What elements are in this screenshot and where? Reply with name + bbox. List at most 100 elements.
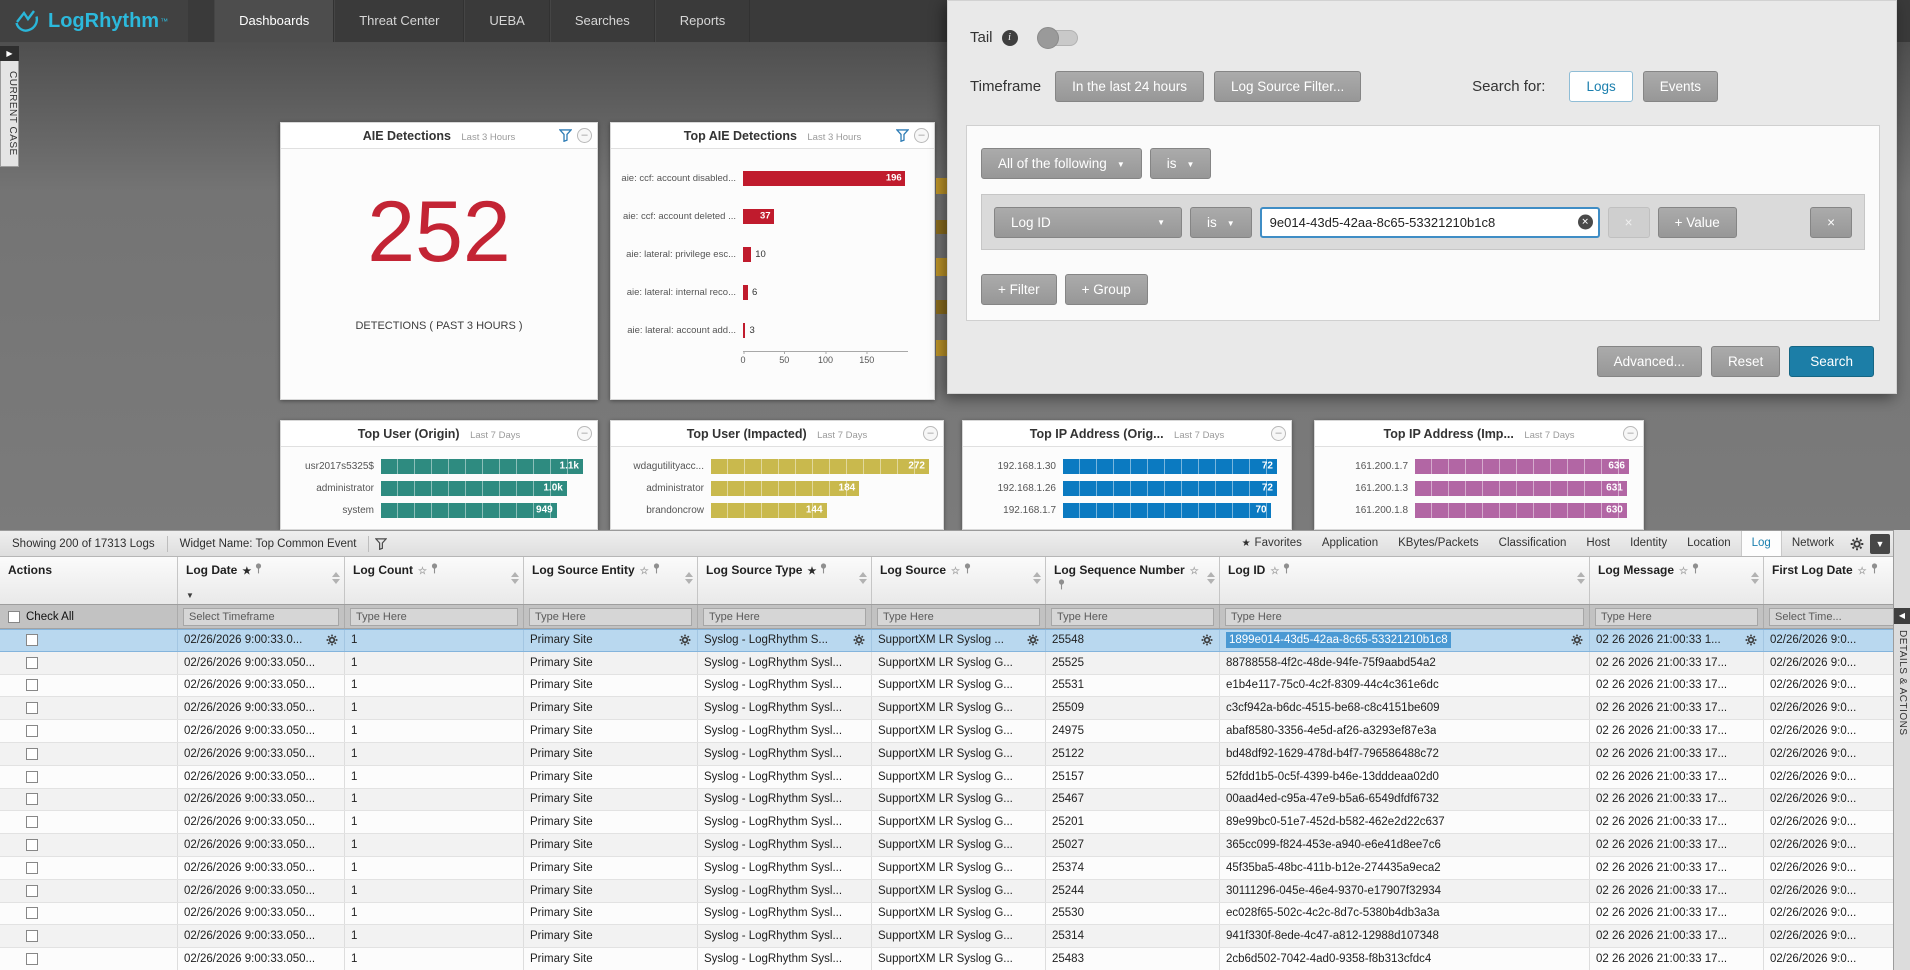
grid-settings-gear-icon[interactable] [1850,537,1864,551]
filter-input[interactable]: Type Here [1225,608,1584,626]
expand-details-icon[interactable]: ◀ [1894,608,1910,624]
tab-favorites[interactable]: ★Favorites [1232,531,1312,556]
nav-item-reports[interactable]: Reports [655,0,751,42]
pin-icon[interactable] [1283,563,1290,578]
gear-icon[interactable] [1023,634,1039,646]
advanced-button[interactable]: Advanced... [1597,346,1702,377]
add-value-button[interactable]: + Value [1658,207,1737,238]
filter-funnel-icon[interactable] [896,129,909,142]
sort-arrows-icon[interactable] [1577,572,1585,584]
column-header-log-id[interactable]: Log ID☆ [1220,557,1590,604]
log-row[interactable]: 02/26/2026 9:00:33.050...1Primary SiteSy… [0,697,1893,720]
log-row[interactable]: 02/26/2026 9:00:33.050...1Primary SiteSy… [0,766,1893,789]
row-checkbox[interactable] [26,839,38,851]
collapse-widget-icon[interactable]: – [577,128,592,143]
filter-input[interactable]: Type Here [877,608,1040,626]
check-all-checkbox[interactable] [8,611,20,623]
log-row[interactable]: 02/26/2026 9:00:33.050...1Primary SiteSy… [0,857,1893,880]
gear-icon[interactable] [675,634,691,646]
pin-icon[interactable] [1692,563,1699,578]
filter-condition-dropdown[interactable]: is▼ [1190,207,1252,238]
timeframe-button[interactable]: In the last 24 hours [1055,71,1204,102]
sort-arrows-icon[interactable] [1751,572,1759,584]
sort-arrows-icon[interactable] [1033,572,1041,584]
remove-filter-button[interactable]: × [1810,207,1852,238]
nav-item-searches[interactable]: Searches [550,0,655,42]
collapse-widget-icon[interactable]: – [923,426,938,441]
collapse-widget-icon[interactable]: – [577,426,592,441]
pin-icon[interactable] [255,563,262,578]
row-checkbox[interactable] [26,702,38,714]
log-row[interactable]: 02/26/2026 9:00:33.050...1Primary SiteSy… [0,880,1893,903]
pin-icon[interactable] [1871,563,1878,578]
log-row[interactable]: 02/26/2026 9:00:33.050...1Primary SiteSy… [0,652,1893,675]
sort-arrows-icon[interactable] [685,572,693,584]
log-row[interactable]: 02/26/2026 9:00:33.050...1Primary SiteSy… [0,903,1893,926]
current-case-tab[interactable]: CURRENT CASE [0,61,19,167]
log-row[interactable]: 02/26/2026 9:00:33.050...1Primary SiteSy… [0,948,1893,970]
log-row[interactable]: 02/26/2026 9:00:33.050...1Primary SiteSy… [0,720,1893,743]
sort-arrows-icon[interactable] [1207,572,1215,584]
grid-collapse-icon[interactable]: ▼ [1870,534,1890,554]
nav-item-ueba[interactable]: UEBA [464,0,549,42]
tab-kbytes-packets[interactable]: KBytes/Packets [1388,531,1489,556]
reset-button[interactable]: Reset [1711,346,1780,377]
expand-current-case-icon[interactable]: ▶ [0,46,19,61]
star-outline-icon[interactable]: ☆ [1190,566,1199,577]
tab-identity[interactable]: Identity [1620,531,1677,556]
column-header-actions[interactable]: Actions [0,557,178,604]
pin-icon[interactable] [431,563,438,578]
filter-input[interactable]: Select Timeframe [183,608,339,626]
filter-input[interactable]: Type Here [1595,608,1758,626]
star-outline-icon[interactable]: ☆ [640,566,649,577]
search-button[interactable]: Search [1789,346,1874,377]
sort-arrows-icon[interactable] [511,572,519,584]
sort-arrows-icon[interactable] [332,572,340,584]
filter-field-dropdown[interactable]: Log ID▼ [994,207,1182,238]
tab-host[interactable]: Host [1576,531,1620,556]
nav-item-threat-center[interactable]: Threat Center [334,0,464,42]
star-outline-icon[interactable]: ☆ [418,566,427,577]
star-outline-icon[interactable]: ☆ [1270,566,1279,577]
column-header-log-source[interactable]: Log Source☆ [872,557,1046,604]
log-row[interactable]: 02/26/2026 9:00:33.050...1Primary SiteSy… [0,834,1893,857]
log-row[interactable]: 02/26/2026 9:00:33.050...1Primary SiteSy… [0,743,1893,766]
row-checkbox[interactable] [26,657,38,669]
group-condition-dropdown[interactable]: is▼ [1150,148,1212,179]
column-header-first-log-date[interactable]: First Log Date☆ [1764,557,1893,604]
row-checkbox[interactable] [26,862,38,874]
row-checkbox[interactable] [26,907,38,919]
group-operator-dropdown[interactable]: All of the following▼ [981,148,1142,179]
column-header-log-source-entity[interactable]: Log Source Entity☆ [524,557,698,604]
row-checkbox[interactable] [26,793,38,805]
add-filter-button[interactable]: + Filter [981,274,1057,305]
star-outline-icon[interactable]: ☆ [1679,566,1688,577]
filter-input[interactable]: Type Here [703,608,866,626]
remove-value-button[interactable]: × [1608,207,1650,238]
row-checkbox[interactable] [26,930,38,942]
row-checkbox[interactable] [26,679,38,691]
filter-funnel-icon[interactable] [559,129,572,142]
search-for-events-button[interactable]: Events [1643,71,1718,102]
filter-input[interactable]: Type Here [350,608,518,626]
column-header-log-message[interactable]: Log Message☆ [1590,557,1764,604]
column-header-log-source-type[interactable]: Log Source Type★ [698,557,872,604]
add-group-button[interactable]: + Group [1065,274,1148,305]
filter-input[interactable]: Type Here [1051,608,1214,626]
tab-network[interactable]: Network [1782,531,1844,556]
row-checkbox[interactable] [26,885,38,897]
gear-icon[interactable] [322,634,338,646]
collapse-widget-icon[interactable]: – [1271,426,1286,441]
gear-icon[interactable] [1567,634,1583,646]
filter-value-input[interactable] [1260,207,1600,238]
log-row[interactable]: 02/26/2026 9:00:33.050...1Primary SiteSy… [0,925,1893,948]
grid-filter-funnel-icon[interactable] [375,538,387,550]
nav-item-dashboards[interactable]: Dashboards [214,0,334,42]
gear-icon[interactable] [1197,634,1213,646]
column-header-log-sequence-number[interactable]: Log Sequence Number☆ [1046,557,1220,604]
log-row[interactable]: 02/26/2026 9:00:33.050...1Primary SiteSy… [0,789,1893,812]
column-header-log-count[interactable]: Log Count☆ [345,557,524,604]
log-row[interactable]: 02/26/2026 9:00:33.050...1Primary SiteSy… [0,675,1893,698]
tab-application[interactable]: Application [1312,531,1388,556]
tab-location[interactable]: Location [1677,531,1740,556]
